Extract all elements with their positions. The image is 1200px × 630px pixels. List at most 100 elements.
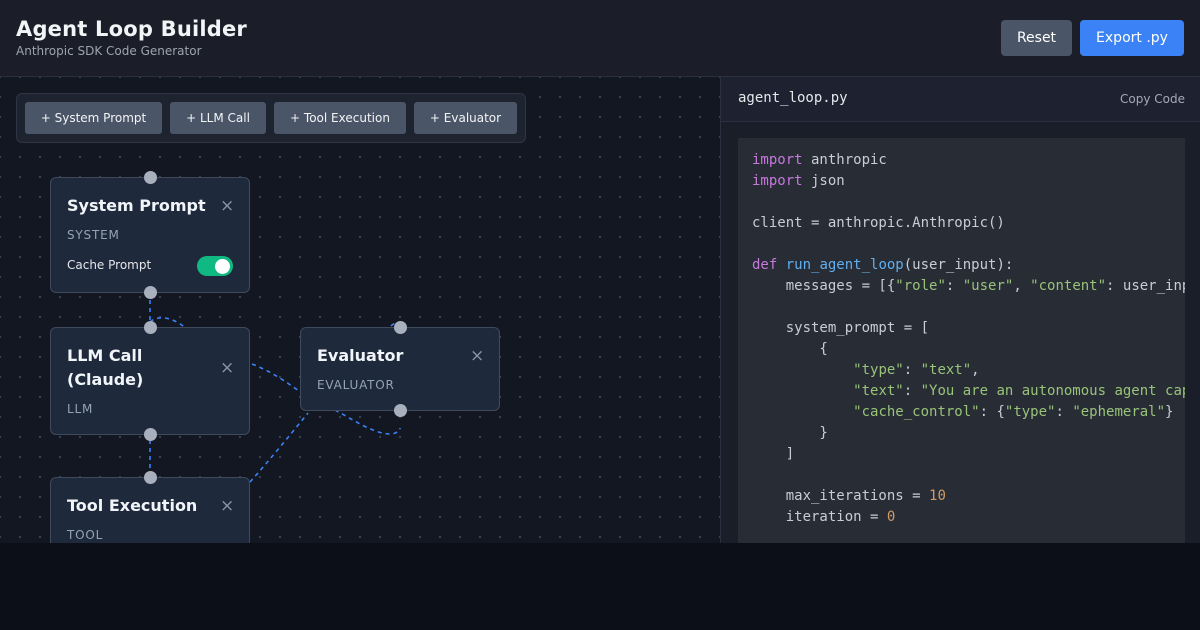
node-evaluator[interactable]: Evaluator × EVALUATOR <box>300 321 500 417</box>
code-block[interactable]: import anthropic import json client = anth… <box>738 138 1185 543</box>
code-token: run_agent_loop <box>785 257 904 273</box>
code-token: "role" <box>895 278 946 294</box>
code-token: , <box>1013 278 1031 294</box>
code-token: import <box>752 152 803 168</box>
app-subtitle: Anthropic SDK Code Generator <box>16 44 202 58</box>
code-line: "cache_control": {"type": "ephemeral"} <box>752 402 1185 423</box>
connection-wires <box>149 292 401 483</box>
node-tool-execution[interactable]: Tool Execution × TOOL <box>50 471 250 543</box>
code-token: client = anthropic.Anthropic() <box>752 215 1005 231</box>
code-line: system_prompt = [ <box>752 318 1185 339</box>
output-port[interactable] <box>144 428 157 441</box>
code-token: "type" <box>1004 404 1056 420</box>
flow-canvas[interactable]: + System Prompt + LLM Call + Tool Execut… <box>0 77 720 543</box>
copy-code-button[interactable]: Copy Code <box>1120 92 1185 106</box>
wire-llm-to-evaluator <box>251 363 303 394</box>
node-type-label: EVALUATOR <box>317 378 395 392</box>
code-line: } <box>752 423 1185 444</box>
app-header: Agent Loop Builder Anthropic SDK Code Ge… <box>0 0 1200 77</box>
code-token: "text" <box>920 362 972 378</box>
code-line: "text": "You are an autonomous agent cap… <box>752 381 1185 402</box>
code-token: def <box>752 257 778 273</box>
app-title: Agent Loop Builder <box>16 17 247 41</box>
code-line: def run_agent_loop(user_input): <box>752 255 1185 276</box>
node-type-label: LLM <box>67 402 94 416</box>
wire-tool-to-evaluator <box>249 412 309 483</box>
code-panel: agent_loop.py Copy Code import anthropic… <box>720 77 1200 543</box>
node-type-label: TOOL <box>67 528 104 542</box>
code-line: iteration = 0 <box>752 507 1185 528</box>
input-port[interactable] <box>144 171 157 184</box>
input-port[interactable] <box>394 321 407 334</box>
code-token: "user" <box>962 278 1014 294</box>
code-token: : user_input}] <box>1106 278 1185 294</box>
input-port[interactable] <box>144 471 157 484</box>
close-icon[interactable]: × <box>220 198 234 215</box>
code-line: client = anthropic.Anthropic() <box>752 213 1185 234</box>
node-title-line-2: (Claude) <box>67 370 144 389</box>
code-line: import anthropic <box>752 150 1185 171</box>
input-port[interactable] <box>144 321 157 334</box>
code-line: messages = [{"role": "user", "content": … <box>752 276 1185 297</box>
close-icon[interactable]: × <box>220 360 234 377</box>
cache-prompt-toggle[interactable] <box>197 256 233 276</box>
code-token: "You are an autonomous agent capable of … <box>920 383 1185 399</box>
code-token: anthropic <box>802 152 887 168</box>
code-panel-header: agent_loop.py Copy Code <box>721 77 1200 122</box>
code-token: import <box>752 173 803 189</box>
reset-button[interactable]: Reset <box>1001 20 1072 56</box>
node-system-prompt[interactable]: System Prompt × SYSTEM Cache Prompt <box>50 171 250 299</box>
add-evaluator-button[interactable]: + Evaluator <box>414 102 517 134</box>
code-line: ] <box>752 444 1185 465</box>
add-tool-execution-button[interactable]: + Tool Execution <box>274 102 406 134</box>
code-token: (user_input): <box>903 257 1014 273</box>
code-line: "type": "text", <box>752 360 1185 381</box>
app-window: Agent Loop Builder Anthropic SDK Code Ge… <box>0 0 1200 543</box>
wire-evaluator-loop <box>334 409 401 435</box>
code-token: : <box>945 278 963 294</box>
code-token: 10 <box>929 488 946 504</box>
code-token: "cache_control" <box>853 404 980 420</box>
cache-prompt-label: Cache Prompt <box>67 258 152 272</box>
output-port[interactable] <box>144 286 157 299</box>
code-token: : <box>903 362 921 378</box>
code-token: "ephemeral" <box>1072 404 1166 420</box>
code-filename: agent_loop.py <box>738 90 848 106</box>
close-icon[interactable]: × <box>470 348 484 365</box>
code-token: { <box>752 341 828 357</box>
code-token: "content" <box>1030 278 1107 294</box>
code-token: system_prompt = [ <box>752 320 930 336</box>
code-token: ] <box>752 446 795 462</box>
export-button[interactable]: Export .py <box>1080 20 1184 56</box>
code-token: messages = [{ <box>752 278 896 294</box>
node-type-label: SYSTEM <box>67 228 120 242</box>
code-token: max_iterations = <box>752 488 930 504</box>
add-system-prompt-button[interactable]: + System Prompt <box>25 102 162 134</box>
output-port[interactable] <box>394 404 407 417</box>
node-llm-call[interactable]: LLM Call (Claude) × LLM <box>50 321 250 441</box>
code-token: : { <box>979 404 1005 420</box>
code-token: json <box>802 173 845 189</box>
node-title: Evaluator <box>317 346 404 365</box>
code-token: "type" <box>853 362 904 378</box>
add-llm-call-button[interactable]: + LLM Call <box>170 102 266 134</box>
code-token: : <box>1055 404 1073 420</box>
code-token: : <box>903 383 921 399</box>
code-token: , <box>971 362 980 378</box>
node-title: System Prompt <box>67 196 206 215</box>
code-line: { <box>752 339 1185 360</box>
code-line: max_iterations = 10 <box>752 486 1185 507</box>
node-title: Tool Execution <box>67 496 198 515</box>
close-icon[interactable]: × <box>220 498 234 515</box>
node-toolbar: + System Prompt + LLM Call + Tool Execut… <box>16 93 526 143</box>
code-token: iteration = <box>752 509 887 525</box>
code-token: } <box>1165 404 1174 420</box>
code-token: "text" <box>853 383 904 399</box>
